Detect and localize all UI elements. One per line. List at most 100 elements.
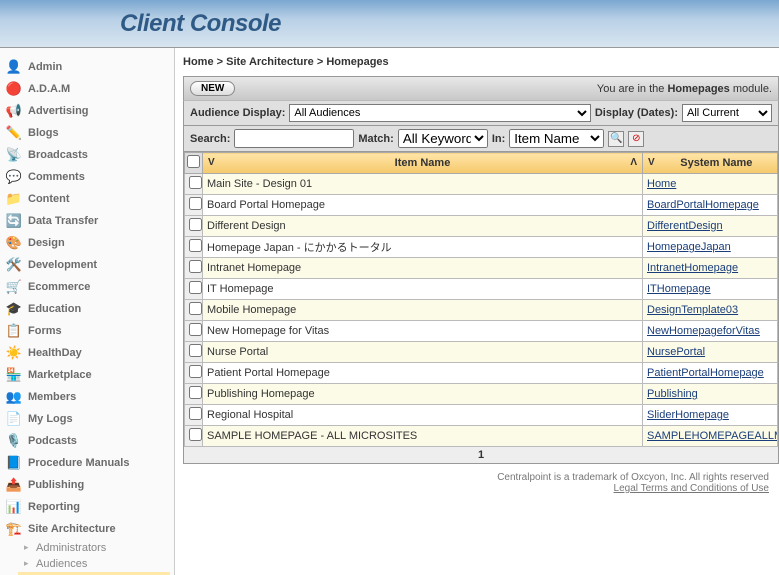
row-checkbox[interactable] xyxy=(189,344,202,357)
select-all-checkbox[interactable] xyxy=(187,155,200,168)
search-input[interactable] xyxy=(234,129,354,148)
cell-item-name: Mobile Homepage xyxy=(203,300,643,321)
table-row[interactable]: Board Portal HomepageBoardPortalHomepage xyxy=(185,195,778,216)
sidebar-item-design[interactable]: 🎨Design xyxy=(4,232,170,254)
table-row[interactable]: Intranet HomepageIntranetHomepage xyxy=(185,258,778,279)
in-label: In: xyxy=(492,133,505,145)
system-name-link[interactable]: DesignTemplate03 xyxy=(647,304,738,316)
sidebar-sub-audiences[interactable]: Audiences xyxy=(18,556,170,572)
sidebar-item-content[interactable]: 📁Content xyxy=(4,188,170,210)
row-checkbox-cell xyxy=(185,279,203,300)
in-select[interactable]: Item Name xyxy=(509,129,604,148)
sidebar-item-podcasts[interactable]: 🎙️Podcasts xyxy=(4,430,170,452)
sidebar-item-advertising[interactable]: 📢Advertising xyxy=(4,100,170,122)
row-checkbox[interactable] xyxy=(189,365,202,378)
table-row[interactable]: Nurse PortalNursePortal xyxy=(185,342,778,363)
module-status: You are in the Homepages module. xyxy=(597,83,772,95)
row-checkbox[interactable] xyxy=(189,260,202,273)
row-checkbox[interactable] xyxy=(189,281,202,294)
system-name-link[interactable]: IntranetHomepage xyxy=(647,262,738,274)
system-name-link[interactable]: DifferentDesign xyxy=(647,220,723,232)
cell-item-name: Different Design xyxy=(203,216,643,237)
sidebar-item-healthday[interactable]: ☀️HealthDay xyxy=(4,342,170,364)
sidebar-item-education[interactable]: 🎓Education xyxy=(4,298,170,320)
table-row[interactable]: Different Design DifferentDesign xyxy=(185,216,778,237)
col-item-name[interactable]: V Item Name Λ xyxy=(203,153,643,174)
sidebar-item-marketplace[interactable]: 🏪Marketplace xyxy=(4,364,170,386)
sidebar-item-blogs[interactable]: ✏️Blogs xyxy=(4,122,170,144)
col-checkbox[interactable] xyxy=(185,153,203,174)
table-row[interactable]: Main Site - Design 01Home xyxy=(185,174,778,195)
cell-item-name: Regional Hospital xyxy=(203,405,643,426)
table-row[interactable]: IT HomepageITHomepage xyxy=(185,279,778,300)
table-row[interactable]: New Homepage for VitasNewHomepageforVita… xyxy=(185,321,778,342)
sort-desc-icon[interactable]: V xyxy=(205,157,218,168)
row-checkbox[interactable] xyxy=(189,407,202,420)
sidebar-item-label: Design xyxy=(28,237,65,249)
sidebar-item-comments[interactable]: 💬Comments xyxy=(4,166,170,188)
sidebar-item-procedure-manuals[interactable]: 📘Procedure Manuals xyxy=(4,452,170,474)
system-name-link[interactable]: HomepageJapan xyxy=(647,241,731,253)
cell-system-name: NursePortal xyxy=(643,342,778,363)
system-name-link[interactable]: NewHomepageforVitas xyxy=(647,325,760,337)
sidebar-item-my-logs[interactable]: 📄 My Logs xyxy=(4,408,170,430)
row-checkbox[interactable] xyxy=(189,302,202,315)
cell-system-name: HomepageJapan xyxy=(643,237,778,258)
table-row[interactable]: Mobile Homepage DesignTemplate03 xyxy=(185,300,778,321)
sidebar-icon: 📄 xyxy=(6,411,22,427)
row-checkbox[interactable] xyxy=(189,218,202,231)
footer-legal-link[interactable]: Legal Terms and Conditions of Use xyxy=(614,483,769,494)
sidebar-item-forms[interactable]: 📋Forms xyxy=(4,320,170,342)
sort-asc-icon[interactable]: Λ xyxy=(627,157,640,168)
page-number[interactable]: 1 xyxy=(478,449,484,461)
row-checkbox[interactable] xyxy=(189,323,202,336)
sidebar-item-site-architecture[interactable]: 🏗️Site Architecture xyxy=(4,518,170,540)
sort-desc-icon[interactable]: V xyxy=(645,157,658,168)
sidebar-item-admin[interactable]: 👤Admin xyxy=(4,56,170,78)
sidebar-sub-administrators[interactable]: Administrators xyxy=(18,540,170,556)
sidebar-item-reporting[interactable]: 📊Reporting xyxy=(4,496,170,518)
sidebar-item-a-d-a-m[interactable]: 🔴A.D.A.M xyxy=(4,78,170,100)
system-name-link[interactable]: PatientPortalHomepage xyxy=(647,367,764,379)
sidebar-icon: 📊 xyxy=(6,499,22,515)
row-checkbox[interactable] xyxy=(189,239,202,252)
sidebar-icon: 📤 xyxy=(6,477,22,493)
clear-icon[interactable]: ⊘ xyxy=(628,131,644,147)
system-name-link[interactable]: BoardPortalHomepage xyxy=(647,199,759,211)
row-checkbox[interactable] xyxy=(189,197,202,210)
new-button[interactable]: NEW xyxy=(190,81,235,96)
system-name-link[interactable]: SliderHomepage xyxy=(647,409,729,421)
pager: 1 xyxy=(183,447,779,464)
footer: Centralpoint is a trademark of Oxcyon, I… xyxy=(183,464,779,494)
sidebar-item-ecommerce[interactable]: 🛒Ecommerce xyxy=(4,276,170,298)
audience-select[interactable]: All Audiences xyxy=(289,104,591,122)
table-row[interactable]: Publishing HomepagePublishing xyxy=(185,384,778,405)
sidebar-item-data-transfer[interactable]: 🔄Data Transfer xyxy=(4,210,170,232)
system-name-link[interactable]: ITHomepage xyxy=(647,283,711,295)
table-row[interactable]: Patient Portal HomepagePatientPortalHome… xyxy=(185,363,778,384)
system-name-link[interactable]: Publishing xyxy=(647,388,698,400)
system-name-link[interactable]: NursePortal xyxy=(647,346,705,358)
breadcrumb-l1[interactable]: Site Architecture xyxy=(226,56,314,68)
row-checkbox[interactable] xyxy=(189,386,202,399)
table-row[interactable]: Regional Hospital SliderHomepage xyxy=(185,405,778,426)
system-name-link[interactable]: Home xyxy=(647,178,676,190)
system-name-link[interactable]: SAMPLEHOMEPAGEALLM xyxy=(647,430,778,442)
cell-system-name: ITHomepage xyxy=(643,279,778,300)
col-system-name[interactable]: V System Name xyxy=(643,153,778,174)
match-select[interactable]: All Keywords xyxy=(398,129,488,148)
search-icon[interactable]: 🔍 xyxy=(608,131,624,147)
sidebar-item-label: My Logs xyxy=(28,413,73,425)
sidebar-item-members[interactable]: 👥Members xyxy=(4,386,170,408)
dates-select[interactable]: All Current xyxy=(682,104,772,122)
table-row[interactable]: Homepage Japan - にかかるトータルHomepageJapan xyxy=(185,237,778,258)
breadcrumb-home[interactable]: Home xyxy=(183,56,214,68)
row-checkbox[interactable] xyxy=(189,176,202,189)
sidebar-item-label: Content xyxy=(28,193,70,205)
sidebar-item-publishing[interactable]: 📤Publishing xyxy=(4,474,170,496)
sidebar-item-broadcasts[interactable]: 📡Broadcasts xyxy=(4,144,170,166)
row-checkbox[interactable] xyxy=(189,428,202,441)
sidebar-item-development[interactable]: 🛠️Development xyxy=(4,254,170,276)
row-checkbox-cell xyxy=(185,195,203,216)
table-row[interactable]: SAMPLE HOMEPAGE - ALL MICROSITESSAMPLEHO… xyxy=(185,426,778,447)
